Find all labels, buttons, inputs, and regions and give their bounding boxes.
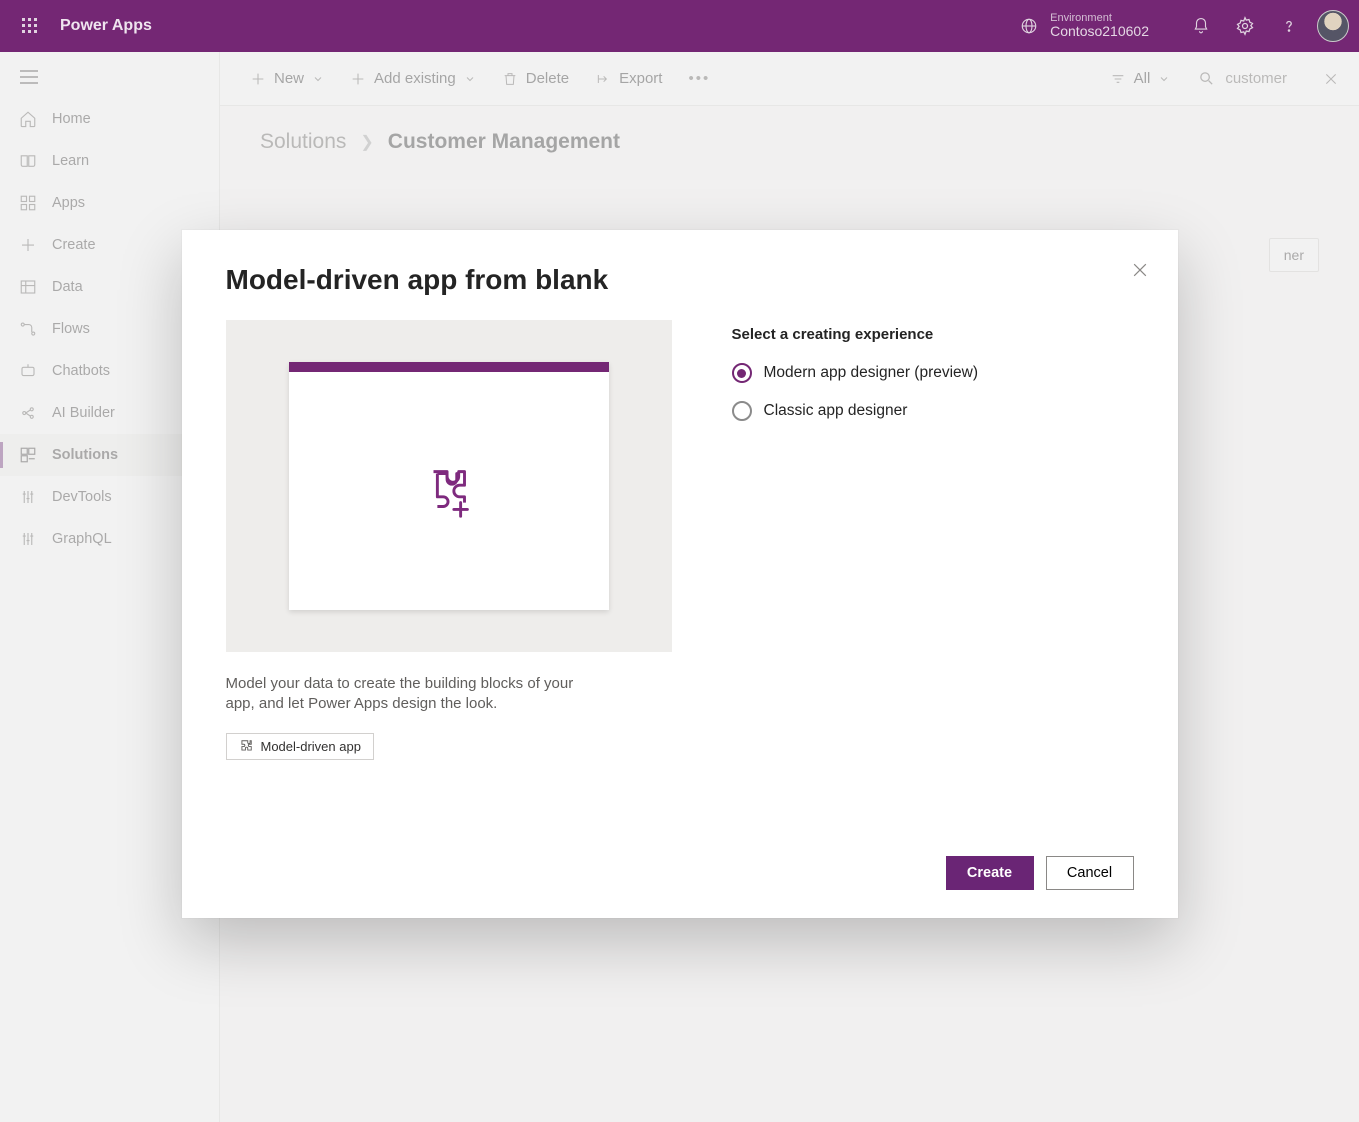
app-type-tag: Model-driven app [226, 733, 374, 760]
options-heading: Select a creating experience [732, 326, 1134, 343]
dialog: Model-driven app from blank [182, 230, 1178, 918]
radio-label: Classic app designer [764, 402, 908, 420]
radio-icon [732, 401, 752, 421]
environment-picker[interactable]: Environment Contoso210602 [1020, 12, 1149, 39]
settings-icon[interactable] [1223, 4, 1267, 48]
preview-tile [226, 320, 672, 652]
create-button[interactable]: Create [946, 856, 1034, 890]
cancel-button[interactable]: Cancel [1046, 856, 1134, 890]
close-icon[interactable] [1130, 260, 1150, 280]
dialog-title: Model-driven app from blank [226, 264, 1134, 296]
avatar[interactable] [1317, 10, 1349, 42]
env-label: Environment [1050, 12, 1149, 24]
radio-icon [732, 363, 752, 383]
waffle-icon[interactable] [10, 18, 50, 34]
radio-classic-designer[interactable]: Classic app designer [732, 401, 1134, 421]
help-icon[interactable] [1267, 4, 1311, 48]
preview-card [289, 362, 609, 610]
dialog-description: Model your data to create the building b… [226, 674, 606, 715]
notifications-icon[interactable] [1179, 4, 1223, 48]
env-name: Contoso210602 [1050, 24, 1149, 39]
app-header: Power Apps Environment Contoso210602 [0, 0, 1359, 52]
radio-label: Modern app designer (preview) [764, 364, 979, 382]
globe-icon [1020, 17, 1038, 35]
app-title: Power Apps [60, 17, 152, 35]
tag-label: Model-driven app [261, 739, 361, 754]
radio-modern-designer[interactable]: Modern app designer (preview) [732, 363, 1134, 383]
puzzle-plus-icon [418, 460, 480, 522]
puzzle-icon [239, 739, 253, 753]
dialog-overlay: Model-driven app from blank [0, 52, 1359, 1122]
